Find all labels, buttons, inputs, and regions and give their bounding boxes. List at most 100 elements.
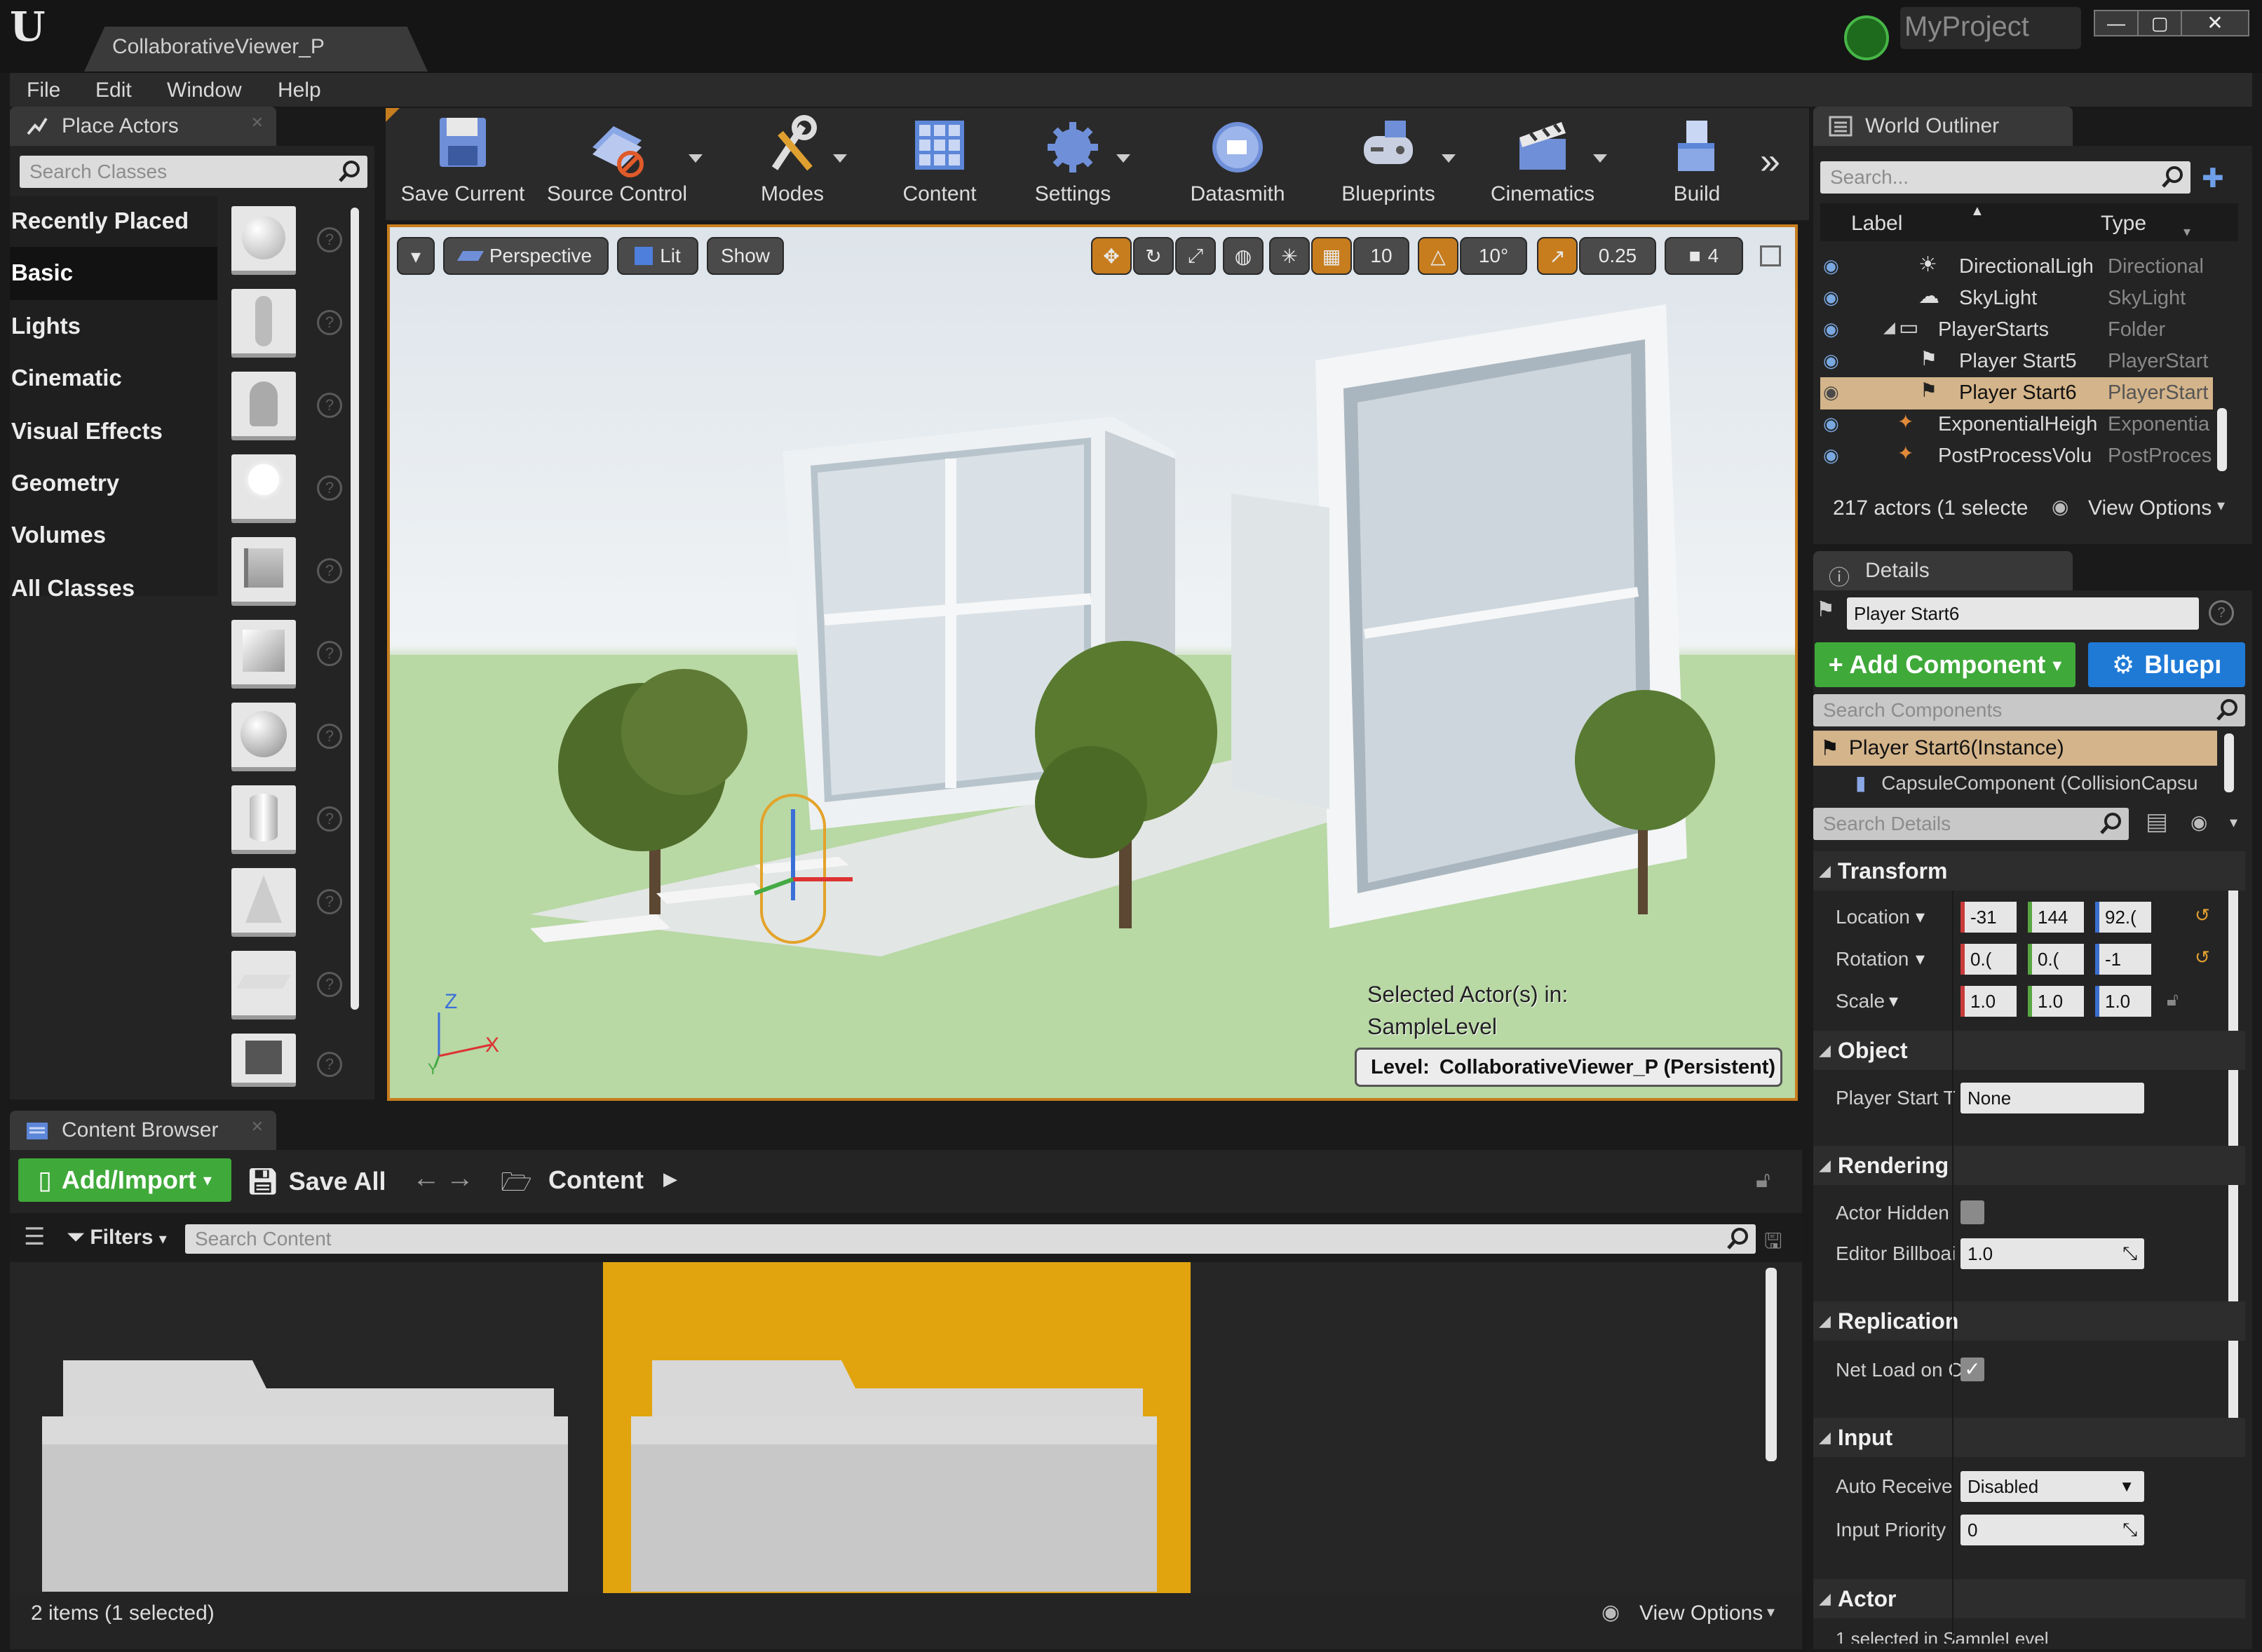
category-recently-placed[interactable]: Recently Placed bbox=[11, 208, 189, 234]
lit-button[interactable]: Lit bbox=[617, 237, 698, 275]
plane-tile[interactable] bbox=[231, 951, 296, 1020]
reset-arrow-icon[interactable]: ↺ bbox=[2195, 947, 2210, 968]
outliner-view-options[interactable]: View Options bbox=[2088, 496, 2212, 520]
scale-snap-toggle[interactable]: ↗ bbox=[1537, 237, 1578, 275]
menu-edit[interactable]: Edit bbox=[95, 79, 132, 102]
details-tab[interactable]: ⓘ Details bbox=[1813, 551, 2073, 590]
rotation-y-field[interactable]: 0.( bbox=[2028, 944, 2084, 975]
scale-label[interactable]: Scale bbox=[1836, 990, 1885, 1013]
place-actors-scrollbar[interactable] bbox=[351, 208, 359, 1010]
maximize-viewport-icon[interactable] bbox=[1760, 245, 1781, 266]
section-replication[interactable]: ◢ Replication bbox=[1813, 1301, 2245, 1341]
category-visual-effects[interactable]: Visual Effects bbox=[11, 418, 163, 445]
help-icon[interactable]: ? bbox=[317, 558, 342, 583]
content-browser-tab[interactable]: Content Browser ✕ bbox=[10, 1111, 276, 1150]
source-control-button[interactable]: Source Control bbox=[540, 112, 694, 217]
help-icon[interactable]: ? bbox=[317, 393, 342, 418]
location-z-field[interactable]: 92.( bbox=[2095, 902, 2151, 933]
type-dropdown-icon[interactable]: ▾ bbox=[2183, 223, 2190, 241]
help-icon[interactable]: ? bbox=[2209, 600, 2234, 625]
blueprint-button[interactable]: ⚙ Bluepı bbox=[2088, 642, 2245, 687]
empty-actor-tile[interactable] bbox=[231, 206, 296, 275]
property-matrix-icon[interactable]: ▤ bbox=[2146, 808, 2168, 836]
components-scrollbar[interactable] bbox=[2224, 733, 2234, 792]
close-tab-icon[interactable]: ✕ bbox=[251, 1118, 264, 1136]
eye-icon[interactable]: ◉ bbox=[1823, 350, 1839, 372]
world-local-button[interactable]: ◍ bbox=[1223, 237, 1264, 275]
help-icon[interactable]: ? bbox=[317, 889, 342, 914]
viewport[interactable] bbox=[387, 224, 1798, 1101]
sphere-tile[interactable] bbox=[231, 703, 296, 771]
forward-arrow-icon[interactable]: → bbox=[446, 1163, 474, 1194]
outliner-row[interactable]: ◉ ✦ PostProcessVolu PostProces bbox=[1820, 442, 2213, 473]
help-icon[interactable]: ? bbox=[317, 310, 342, 335]
section-input[interactable]: ◢ Input bbox=[1813, 1418, 2245, 1457]
search-icon[interactable] bbox=[1726, 1227, 1750, 1251]
chevron-down-icon[interactable]: ▾ bbox=[2217, 496, 2225, 515]
search-icon[interactable] bbox=[338, 160, 362, 184]
add-component-button[interactable]: + Add Component ▾ bbox=[1815, 642, 2075, 687]
maximize-button[interactable]: ▢ bbox=[2137, 10, 2182, 36]
outliner-row-selected[interactable]: ◉ ⚑ Player Start6 PlayerStart bbox=[1820, 379, 2213, 409]
content-button[interactable]: Content bbox=[876, 112, 1003, 217]
scale-z-field[interactable]: 1.0 bbox=[2095, 986, 2151, 1017]
toolbar-overflow-icon[interactable]: » bbox=[1760, 140, 1780, 182]
box-trigger-tile[interactable] bbox=[231, 1034, 296, 1087]
scale-mode-button[interactable]: ⤢ bbox=[1175, 237, 1216, 275]
menu-window[interactable]: Window bbox=[167, 79, 242, 102]
help-icon[interactable]: ? bbox=[317, 475, 342, 501]
close-tab-icon[interactable]: ✕ bbox=[251, 114, 264, 132]
chevron-down-icon[interactable]: ▾ bbox=[1767, 1603, 1775, 1621]
input-priority-input[interactable]: 0 ⤡ bbox=[1960, 1515, 2144, 1545]
settings-dropdown-icon[interactable] bbox=[1116, 154, 1130, 163]
section-object[interactable]: ◢ Object bbox=[1813, 1031, 2245, 1070]
location-label[interactable]: Location bbox=[1836, 906, 1910, 928]
save-current-button[interactable]: Save Current bbox=[393, 112, 533, 217]
rotation-z-field[interactable]: -1 bbox=[2095, 944, 2151, 975]
location-y-field[interactable]: 144 bbox=[2028, 902, 2084, 933]
perspective-button[interactable]: Perspective bbox=[443, 237, 609, 275]
component-child-row[interactable]: ▮ CapsuleComponent (CollisionCapsu bbox=[1813, 771, 2217, 795]
net-load-checkbox[interactable]: ✓ bbox=[1960, 1358, 1984, 1381]
player-start-tag-input[interactable]: None bbox=[1960, 1083, 2144, 1113]
search-components-input[interactable]: Search Components bbox=[1813, 694, 2245, 726]
eye-icon[interactable]: ◉ bbox=[1823, 381, 1839, 403]
rotation-x-field[interactable]: 0.( bbox=[1960, 944, 2017, 975]
minimize-button[interactable]: — bbox=[2094, 10, 2139, 36]
cinematics-dropdown-icon[interactable] bbox=[1593, 154, 1607, 163]
section-transform[interactable]: ◢ Transform bbox=[1813, 851, 2245, 891]
eye-icon[interactable]: ◉ bbox=[1823, 318, 1839, 340]
eye-icon[interactable]: ◉ bbox=[1823, 445, 1839, 466]
category-lights[interactable]: Lights bbox=[11, 313, 81, 339]
eye-icon[interactable]: ◉ bbox=[1823, 287, 1839, 309]
search-icon[interactable] bbox=[2161, 165, 2185, 189]
outliner-row[interactable]: ◉ ◢ ▭ PlayerStarts Folder bbox=[1820, 316, 2213, 346]
cone-tile[interactable] bbox=[231, 868, 296, 937]
rotation-label[interactable]: Rotation bbox=[1836, 948, 1909, 970]
scale-x-field[interactable]: 1.0 bbox=[1960, 986, 2017, 1017]
player-start-tile[interactable] bbox=[231, 537, 296, 606]
outliner-row[interactable]: ◉ ⚑ Player Start5 PlayerStart bbox=[1820, 347, 2213, 378]
reset-arrow-icon[interactable]: ↺ bbox=[2195, 905, 2210, 926]
show-button[interactable]: Show bbox=[707, 237, 784, 275]
modes-button[interactable]: Modes bbox=[729, 112, 855, 217]
scale-y-field[interactable]: 1.0 bbox=[2028, 986, 2084, 1017]
outliner-col-type[interactable]: Type bbox=[2101, 212, 2146, 236]
save-all-button[interactable]: 💾︎ Save All bbox=[247, 1164, 386, 1199]
menu-help[interactable]: Help bbox=[278, 79, 321, 102]
translate-mode-button[interactable]: ✥ bbox=[1091, 237, 1132, 275]
rotate-mode-button[interactable]: ↻ bbox=[1133, 237, 1174, 275]
category-all-classes[interactable]: All Classes bbox=[11, 575, 135, 602]
help-icon[interactable]: ? bbox=[317, 806, 342, 832]
folder-tile[interactable] bbox=[42, 1346, 568, 1592]
empty-pawn-tile[interactable] bbox=[231, 372, 296, 440]
point-light-tile[interactable] bbox=[231, 454, 296, 523]
actor-hidden-checkbox[interactable] bbox=[1960, 1200, 1984, 1224]
settings-button[interactable]: Settings bbox=[1010, 112, 1136, 217]
sources-toggle-icon[interactable]: ☰ bbox=[24, 1223, 45, 1251]
viewport-options-button[interactable]: ▾ bbox=[397, 237, 435, 275]
content-view-options[interactable]: View Options bbox=[1639, 1602, 1763, 1625]
help-icon[interactable]: ? bbox=[317, 1052, 342, 1077]
path-chevron-icon[interactable]: ▶ bbox=[663, 1168, 677, 1190]
place-actors-tab[interactable]: Place Actors ✕ bbox=[10, 107, 276, 146]
